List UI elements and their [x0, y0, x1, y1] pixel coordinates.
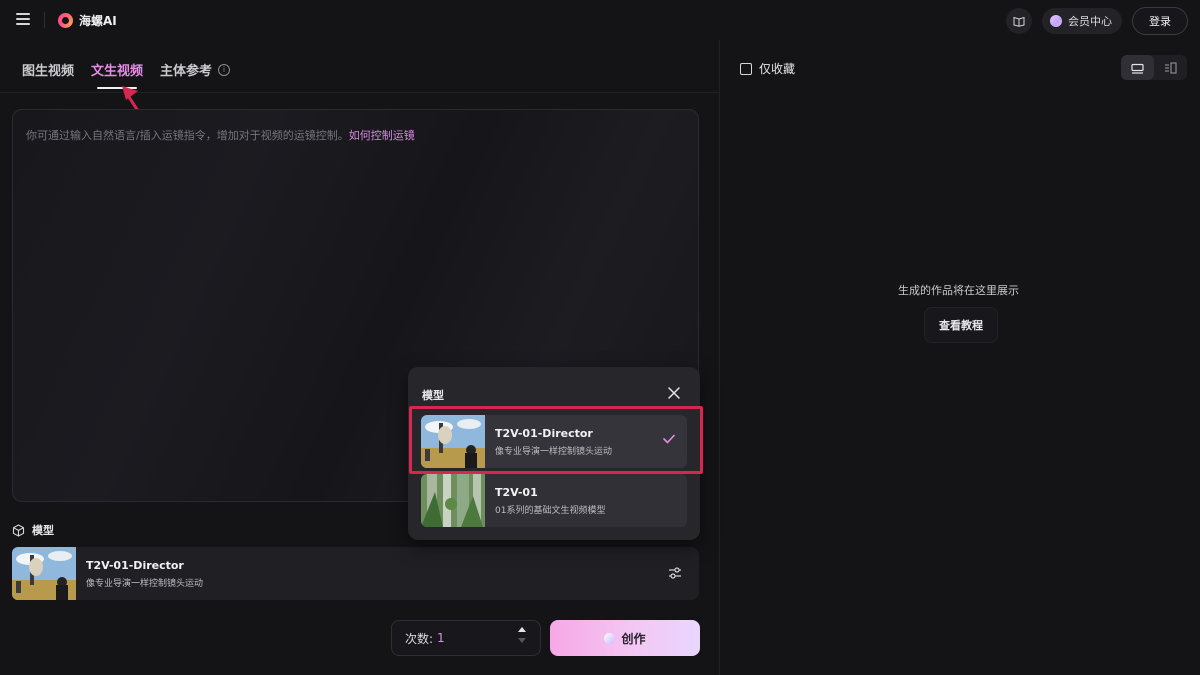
cube-icon — [12, 523, 25, 537]
menu-icon[interactable] — [16, 13, 30, 25]
model-option-name: T2V-01 — [495, 485, 538, 499]
logo[interactable]: 海螺AI — [58, 12, 117, 29]
tab-subject-reference[interactable]: 主体参考 — [160, 60, 212, 79]
gem-icon — [1050, 15, 1062, 27]
mode-tabs: 图生视频 文生视频 主体参考 i — [22, 60, 231, 89]
list-view-icon[interactable] — [1121, 55, 1154, 80]
model-thumbnail-director — [12, 547, 76, 600]
login-button[interactable]: 登录 — [1132, 7, 1188, 35]
model-selector[interactable]: T2V-01-Director 像专业导演一样控制镜头运动 — [12, 547, 699, 600]
member-center-label: 会员中心 — [1068, 15, 1112, 28]
top-bar: 海螺AI 会员中心 登录 — [0, 0, 1200, 40]
model-thumbnail-t2v-01 — [421, 474, 485, 527]
create-button-label: 创作 — [621, 631, 646, 646]
tab-text-to-video[interactable]: 文生视频 — [91, 60, 144, 89]
tabs-divider — [0, 92, 720, 93]
book-icon[interactable] — [1006, 8, 1032, 34]
prompt-placeholder: 你可通过输入自然语言/插入运镜指令，增加对于视频的运镜控制。如何控制运镜 — [26, 127, 415, 143]
favorites-label: 仅收藏 — [759, 62, 796, 76]
model-option-description: 像专业导演一样控制镜头运动 — [495, 446, 613, 457]
create-panel: 图生视频 文生视频 主体参考 i 你可通过输入自然语言/插入运镜指令，增加对于视… — [0, 40, 720, 675]
create-button[interactable]: 创作 — [550, 620, 700, 656]
count-stepper[interactable] — [518, 627, 526, 643]
tab-image-to-video[interactable]: 图生视频 — [22, 60, 74, 79]
divider — [44, 12, 45, 28]
model-section-label: 模型 — [32, 524, 54, 537]
model-option-director[interactable]: T2V-01-Director 像专业导演一样控制镜头运动 — [421, 415, 687, 468]
view-tutorial-button[interactable]: 查看教程 — [924, 307, 998, 343]
model-option-name: T2V-01-Director — [495, 426, 593, 440]
sliders-icon[interactable] — [667, 565, 683, 581]
count-label: 次数: — [405, 631, 434, 646]
close-icon[interactable] — [668, 387, 680, 399]
chevron-down-icon[interactable] — [518, 638, 526, 643]
model-option-t2v-01[interactable]: T2V-01 01系列的基础文生视频模型 — [421, 474, 687, 527]
empty-gallery-text: 生成的作品将在这里展示 — [898, 284, 1019, 297]
model-dropdown: 模型 T2V-01-Director 像专业导演一样控制镜头运动 T2V-01 … — [408, 367, 700, 540]
chevron-up-icon[interactable] — [518, 627, 526, 632]
detail-view-icon[interactable] — [1154, 55, 1187, 80]
member-center-button[interactable]: 会员中心 — [1042, 8, 1122, 34]
info-icon[interactable]: i — [218, 63, 231, 76]
favorites-only-toggle[interactable]: 仅收藏 — [740, 60, 795, 77]
prompt-placeholder-text: 你可通过输入自然语言/插入运镜指令，增加对于视频的运镜控制。 — [26, 129, 349, 142]
model-option-description: 01系列的基础文生视频模型 — [495, 505, 606, 516]
app-name: 海螺AI — [79, 14, 117, 28]
tab-text-to-video-label: 文生视频 — [91, 64, 144, 79]
model-section-title: 模型 — [12, 522, 54, 538]
gem-icon — [604, 632, 616, 644]
check-icon — [663, 434, 675, 444]
count-value: 1 — [437, 631, 445, 645]
view-toggle — [1121, 55, 1187, 80]
model-thumbnail-director — [421, 415, 485, 468]
dropdown-title: 模型 — [422, 389, 444, 402]
selected-model-description: 像专业导演一样控制镜头运动 — [86, 578, 204, 589]
selected-model-name: T2V-01-Director — [86, 558, 184, 572]
logo-icon — [58, 13, 73, 28]
favorites-checkbox[interactable] — [740, 62, 752, 75]
generation-count-input[interactable]: 次数: 1 — [391, 620, 541, 656]
camera-control-help-link[interactable]: 如何控制运镜 — [349, 129, 415, 142]
